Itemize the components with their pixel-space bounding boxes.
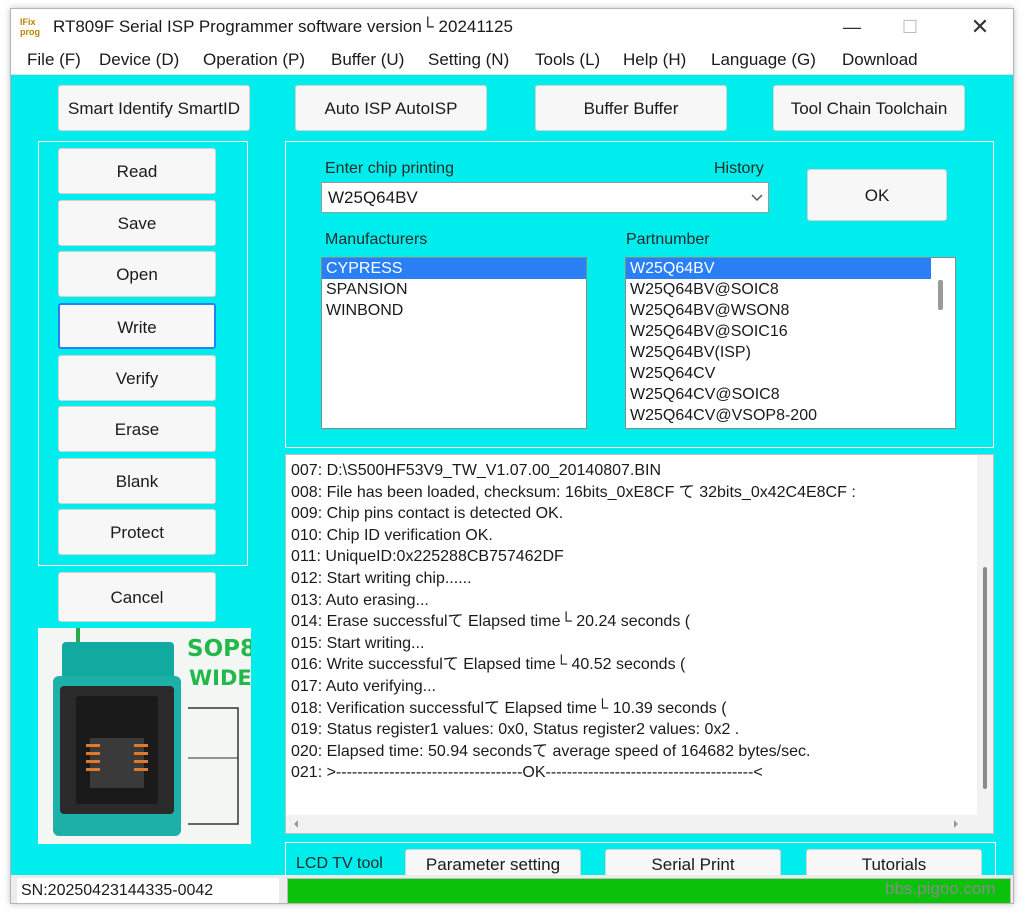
smart-identify-button[interactable]: Smart Identify SmartID: [58, 85, 250, 131]
app-logo-icon: IFix prog: [20, 17, 44, 37]
partnumber-item[interactable]: W25Q64BV@SOIC16: [626, 321, 931, 342]
log-line: 016: Write successfulて Elapsed time└ 40.…: [291, 656, 686, 674]
log-line: 018: Verification successfulて Elapsed ti…: [291, 699, 727, 717]
partnumber-item[interactable]: W25Q64BV@WSON8: [626, 300, 931, 321]
socket-label-sop8: SOP8: [187, 636, 251, 662]
log-line: 020: Elapsed time: 50.94 secondsて averag…: [291, 742, 811, 760]
log-output[interactable]: 007: D:\S500HF53V9_TW_V1.07.00_20140807.…: [285, 454, 994, 834]
write-button[interactable]: Write: [58, 303, 216, 349]
log-line: 021: >----------------------------------…: [291, 764, 763, 782]
menu-language[interactable]: Language (G): [711, 50, 816, 70]
buffer-button[interactable]: Buffer Buffer: [535, 85, 727, 131]
log-line: 014: Erase successfulて Elapsed time└ 20.…: [291, 613, 691, 631]
serial-number-field: SN:20250423144335-0042: [17, 878, 279, 903]
close-button[interactable]: ✕: [957, 9, 1003, 45]
menu-tools[interactable]: Tools (L): [535, 50, 600, 70]
partnumber-item[interactable]: W25Q64BV@SOIC8: [626, 279, 931, 300]
manufacturer-item[interactable]: WINBOND: [322, 300, 586, 321]
menu-device[interactable]: Device (D): [99, 50, 179, 70]
log-line: 013: Auto erasing...: [291, 591, 429, 609]
log-line: 010: Chip ID verification OK.: [291, 526, 493, 544]
menu-help[interactable]: Help (H): [623, 50, 686, 70]
verify-button[interactable]: Verify: [58, 355, 216, 401]
log-line: 011: UniqueID:0x225288CB757462DF: [291, 548, 564, 566]
title-bar[interactable]: IFix prog RT809F Serial ISP Programmer s…: [11, 9, 1013, 45]
log-line: 007: D:\S500HF53V9_TW_V1.07.00_20140807.…: [291, 462, 662, 479]
manufacturer-item-selected[interactable]: CYPRESS: [322, 258, 586, 279]
chip-combo-value: W25Q64BV: [328, 188, 418, 207]
partnumber-item-selected[interactable]: W25Q64BV: [626, 258, 931, 279]
partnumber-list[interactable]: W25Q64BV W25Q64BV@SOIC8 W25Q64BV@WSON8 W…: [625, 257, 956, 429]
partnumber-item[interactable]: W25Q64BV(ISP): [626, 342, 931, 363]
menu-buffer[interactable]: Buffer (U): [331, 50, 404, 70]
partnumber-scrollbar-thumb[interactable]: [938, 280, 943, 310]
app-window: IFix prog RT809F Serial ISP Programmer s…: [10, 8, 1014, 904]
socket-label-wide: WIDE: [189, 666, 251, 690]
status-bar: SN:20250423144335-0042 bbs.pigoo.com: [11, 875, 1013, 903]
save-button[interactable]: Save: [58, 200, 216, 246]
erase-button[interactable]: Erase: [58, 406, 216, 452]
menu-setting[interactable]: Setting (N): [428, 50, 509, 70]
cancel-button[interactable]: Cancel: [58, 572, 216, 622]
menu-download[interactable]: Download: [842, 50, 918, 70]
read-button[interactable]: Read: [58, 148, 216, 194]
lcd-tv-tool-label: LCD TV tool: [296, 855, 383, 872]
partnumber-item[interactable]: W25Q64CV@VSOP8-200: [626, 405, 931, 426]
log-line: 015: Start writing...: [291, 634, 425, 652]
minimize-button[interactable]: —: [829, 9, 875, 45]
manufacturers-label: Manufacturers: [325, 231, 428, 248]
menu-operation[interactable]: Operation (P): [203, 50, 305, 70]
manufacturers-list[interactable]: CYPRESS SPANSION WINBOND: [321, 257, 587, 429]
log-line: 019: Status register1 values: 0x0, Statu…: [291, 721, 740, 739]
window-title: RT809F Serial ISP Programmer software ve…: [53, 17, 513, 36]
partnumber-item[interactable]: W25Q64CV: [626, 363, 931, 384]
partnumber-label: Partnumber: [626, 231, 710, 248]
scroll-left-icon[interactable]: [292, 819, 300, 829]
open-button[interactable]: Open: [58, 251, 216, 297]
maximize-button[interactable]: ☐: [887, 9, 933, 45]
auto-isp-button[interactable]: Auto ISP AutoISP: [295, 85, 487, 131]
log-line: 017: Auto verifying...: [291, 677, 436, 695]
log-line: 009: Chip pins contact is detected OK.: [291, 505, 564, 523]
chevron-down-icon[interactable]: [750, 193, 764, 203]
partnumber-item[interactable]: W25Q64CV@SOIC8: [626, 384, 931, 405]
menu-bar: File (F) Device (D) Operation (P) Buffer…: [11, 45, 1013, 75]
main-panel: Smart Identify SmartID Auto ISP AutoISP …: [11, 75, 1013, 903]
tool-chain-button[interactable]: Tool Chain Toolchain: [773, 85, 965, 131]
app-logo-text-top: IFix: [20, 17, 36, 27]
log-scrollbar[interactable]: [977, 455, 993, 833]
chip-combo-box[interactable]: W25Q64BV: [321, 182, 769, 213]
log-scrollbar-thumb[interactable]: [983, 567, 987, 789]
watermark-text: bbs.pigoo.com: [885, 879, 996, 898]
protect-button[interactable]: Protect: [58, 509, 216, 555]
enter-chip-label: Enter chip printing: [325, 160, 454, 177]
menu-file[interactable]: File (F): [27, 50, 81, 70]
blank-button[interactable]: Blank: [58, 458, 216, 504]
log-hscrollbar[interactable]: [286, 815, 977, 833]
log-line: 008: File has been loaded, checksum: 16b…: [291, 483, 856, 501]
manufacturer-item[interactable]: SPANSION: [322, 279, 586, 300]
sop8-socket-image: SOP8 WIDE: [38, 628, 251, 844]
ok-button[interactable]: OK: [807, 169, 947, 221]
app-logo-text-bottom: prog: [20, 27, 40, 37]
log-line: 012: Start writing chip......: [291, 569, 472, 587]
scroll-right-icon[interactable]: [952, 819, 960, 829]
history-label: History: [714, 160, 764, 177]
